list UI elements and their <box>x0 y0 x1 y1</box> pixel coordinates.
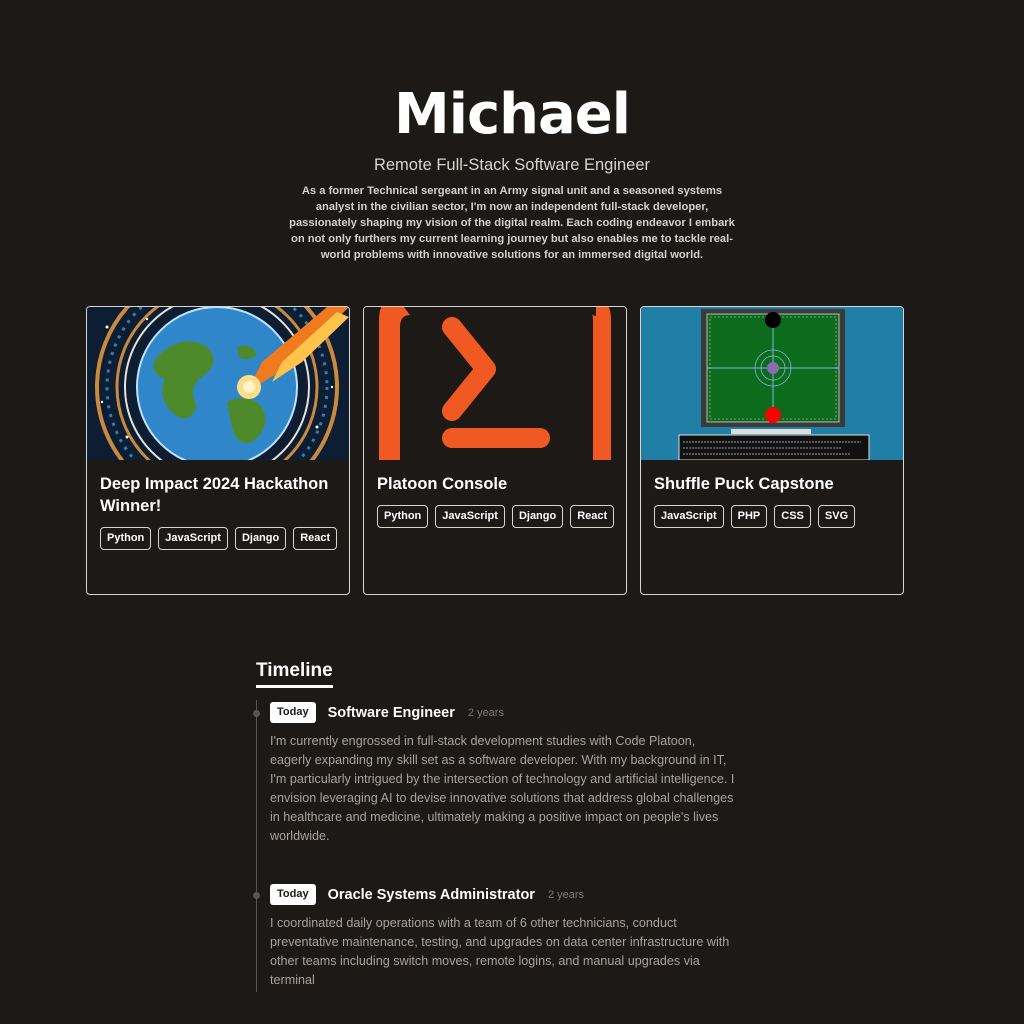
timeline-dot-icon <box>253 710 260 717</box>
timeline-dot-icon <box>253 892 260 899</box>
project-tags: Python JavaScript Django React <box>377 505 617 528</box>
project-card-deep-impact[interactable]: Deep Impact 2024 Hackathon Winner! Pytho… <box>86 306 350 595</box>
tag-react: React <box>293 527 338 550</box>
timeline-duration: 2 years <box>547 888 585 901</box>
tag-django: Django <box>511 505 564 528</box>
timeline-heading: Timeline <box>256 658 333 688</box>
tag-react: React <box>570 505 615 528</box>
timeline-badge: Today <box>270 702 316 723</box>
timeline-item-header: Today Oracle Systems Administrator 2 yea… <box>270 884 584 905</box>
tag-django: Django <box>234 527 287 550</box>
tag-svg: SVG <box>817 505 856 528</box>
hero-section: Michael Remote Full-Stack Software Engin… <box>0 80 1024 263</box>
hero-bio: As a former Technical sergeant in an Arm… <box>289 185 735 261</box>
tag-css: CSS <box>774 505 811 528</box>
tag-python: Python <box>100 527 152 550</box>
timeline-section: Timeline Today Software Engineer 2 years… <box>253 658 736 992</box>
timeline-title: Software Engineer <box>327 704 455 721</box>
tag-python: Python <box>377 505 429 528</box>
timeline-badge: Today <box>270 884 316 905</box>
project-title[interactable]: Shuffle Puck Capstone <box>654 473 892 495</box>
timeline-duration: 2 years <box>467 706 504 719</box>
project-title[interactable]: Deep Impact 2024 Hackathon Winner! <box>100 473 338 517</box>
project-cards: Deep Impact 2024 Hackathon Winner! Pytho… <box>86 306 906 595</box>
air-hockey-screenshot-icon <box>641 307 903 460</box>
tag-javascript: JavaScript <box>435 505 505 528</box>
tag-javascript: JavaScript <box>654 505 724 528</box>
project-tags: JavaScript PHP CSS SVG <box>654 505 894 528</box>
earth-meteor-icon <box>87 307 349 460</box>
hero-role: Remote Full-Stack Software Engineer <box>373 156 651 174</box>
timeline-line <box>256 700 257 992</box>
timeline-description: I'm currently engrossed in full-stack de… <box>270 734 735 843</box>
project-card-shuffle-puck[interactable]: Shuffle Puck Capstone JavaScript PHP CSS… <box>640 306 904 595</box>
portfolio-page: Michael Remote Full-Stack Software Engin… <box>0 0 1024 1024</box>
timeline-item-header: Today Software Engineer 2 years <box>270 702 504 723</box>
timeline-title: Oracle Systems Administrator <box>327 886 535 903</box>
tag-javascript: JavaScript <box>158 527 228 550</box>
project-title[interactable]: Platoon Console <box>377 473 615 495</box>
hero-name: Michael <box>394 82 631 147</box>
tag-php: PHP <box>730 505 768 528</box>
project-card-platoon-console[interactable]: Platoon Console Python JavaScript Django… <box>363 306 627 595</box>
project-tags: Python JavaScript Django React <box>100 527 340 550</box>
terminal-prompt-icon <box>364 307 626 460</box>
timeline-description: I coordinated daily operations with a te… <box>270 916 730 987</box>
